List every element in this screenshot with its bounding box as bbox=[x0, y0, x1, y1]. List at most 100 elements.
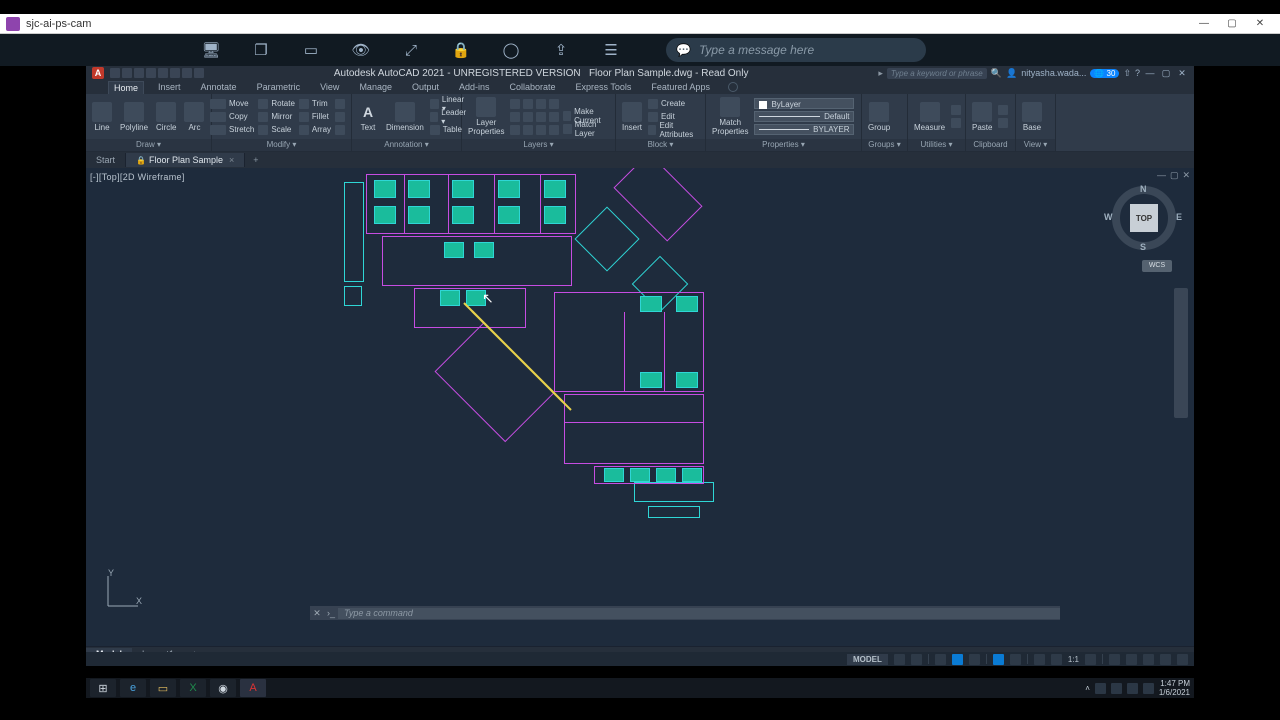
status-anno-scale[interactable]: 1:1 bbox=[1068, 655, 1079, 664]
taskbar-ie-icon[interactable]: e bbox=[120, 679, 146, 697]
tool-arc[interactable]: Arc bbox=[182, 102, 206, 132]
color-selector[interactable]: ByLayer bbox=[754, 98, 854, 109]
start-button[interactable]: ⊞ bbox=[90, 679, 116, 697]
tab-manage[interactable]: Manage bbox=[353, 80, 398, 94]
doctab-floorplan[interactable]: 🔒Floor Plan Sample× bbox=[126, 153, 245, 167]
tool-dimension[interactable]: Dimension bbox=[384, 102, 426, 132]
doctab-start[interactable]: Start bbox=[86, 153, 126, 167]
tool-array[interactable]: Array bbox=[299, 124, 331, 136]
wcs-badge[interactable]: WCS bbox=[1142, 260, 1172, 272]
taskbar-clock[interactable]: 1:47 PM 1/6/2021 bbox=[1159, 679, 1190, 697]
quick-access-toolbar[interactable] bbox=[110, 68, 204, 78]
user-name[interactable]: nityasha.wada... bbox=[1021, 68, 1086, 78]
status-dyn-icon[interactable] bbox=[993, 654, 1004, 665]
settings-icon[interactable]: ☰ bbox=[600, 39, 622, 61]
tab-overflow-icon[interactable] bbox=[728, 82, 738, 92]
tool-mirror[interactable]: Mirror bbox=[258, 111, 295, 123]
status-menu-icon[interactable] bbox=[1177, 654, 1188, 665]
navigation-bar[interactable] bbox=[1174, 288, 1188, 418]
notification-badge[interactable]: 🌐 30 bbox=[1090, 69, 1119, 78]
chat-message-input[interactable]: 💬 Type a message here bbox=[666, 38, 926, 62]
display-icon[interactable]: ▭ bbox=[300, 39, 322, 61]
tool-fillet[interactable]: Fillet bbox=[299, 111, 331, 123]
cmd-input[interactable]: Type a command bbox=[338, 608, 1060, 619]
tool-trim[interactable]: Trim bbox=[299, 98, 331, 110]
tab-featured[interactable]: Featured Apps bbox=[645, 80, 716, 94]
search-icon[interactable]: 🔍 bbox=[991, 68, 1002, 79]
viewport-label[interactable]: [-][Top][2D Wireframe] bbox=[90, 172, 185, 182]
panel-title-groups[interactable]: Groups ▾ bbox=[862, 139, 907, 151]
taskbar-chrome-icon[interactable]: ◉ bbox=[210, 679, 236, 697]
status-cycling-icon[interactable] bbox=[1051, 654, 1062, 665]
tab-home[interactable]: Home bbox=[108, 81, 144, 94]
lineweight-selector[interactable]: Default bbox=[754, 111, 854, 122]
tool-layer-properties[interactable]: Layer Properties bbox=[466, 97, 506, 136]
status-grid-icon[interactable] bbox=[894, 654, 905, 665]
help-icon[interactable]: ? bbox=[1135, 68, 1140, 78]
tool-paste[interactable]: Paste bbox=[970, 102, 994, 132]
tool-scale[interactable]: Scale bbox=[258, 124, 295, 136]
tool-rotate[interactable]: Rotate bbox=[258, 98, 295, 110]
tool-match-properties[interactable]: Match Properties bbox=[710, 97, 750, 136]
panel-title-block[interactable]: Block ▾ bbox=[616, 139, 705, 151]
panel-title-draw[interactable]: Draw ▾ bbox=[86, 139, 211, 151]
panel-title-layers[interactable]: Layers ▾ bbox=[462, 139, 615, 151]
panel-title-clipboard[interactable]: Clipboard bbox=[966, 139, 1015, 151]
tray-icon-2[interactable] bbox=[1111, 683, 1122, 694]
tool-group[interactable]: Group bbox=[866, 102, 892, 132]
record-icon[interactable]: ◯ bbox=[500, 39, 522, 61]
view-cube[interactable]: TOP N S E W bbox=[1112, 186, 1176, 250]
tray-network-icon[interactable] bbox=[1127, 683, 1138, 694]
panel-title-modify[interactable]: Modify ▾ bbox=[212, 139, 351, 151]
lock-screen-icon[interactable]: 🔒 bbox=[450, 39, 472, 61]
tool-match-layer[interactable]: Match Layer bbox=[563, 123, 611, 135]
status-gear-icon[interactable] bbox=[1085, 654, 1096, 665]
tray-volume-icon[interactable] bbox=[1143, 683, 1154, 694]
user-icon[interactable]: 👤 bbox=[1006, 68, 1017, 79]
status-transparency-icon[interactable] bbox=[1034, 654, 1045, 665]
app-minimize-button[interactable]: — bbox=[1144, 68, 1156, 78]
tab-collaborate[interactable]: Collaborate bbox=[504, 80, 562, 94]
status-plus-icon[interactable] bbox=[1109, 654, 1120, 665]
taskbar-excel-icon[interactable]: X bbox=[180, 679, 206, 697]
fullscreen-icon[interactable]: ⤢ bbox=[400, 39, 422, 61]
panel-title-utilities[interactable]: Utilities ▾ bbox=[908, 139, 965, 151]
autocad-logo[interactable]: A bbox=[92, 67, 104, 79]
status-snap-icon[interactable] bbox=[911, 654, 922, 665]
help-search-input[interactable]: Type a keyword or phrase bbox=[887, 68, 987, 79]
tool-circle[interactable]: Circle bbox=[154, 102, 178, 132]
taskbar-explorer-icon[interactable]: ▭ bbox=[150, 679, 176, 697]
tool-line[interactable]: Line bbox=[90, 102, 114, 132]
tab-insert[interactable]: Insert bbox=[152, 80, 187, 94]
viewport-controls[interactable]: —▢✕ bbox=[1157, 170, 1190, 181]
app-close-button[interactable]: ✕ bbox=[1176, 68, 1188, 79]
tab-express[interactable]: Express Tools bbox=[570, 80, 638, 94]
tool-stretch[interactable]: Stretch bbox=[216, 124, 254, 136]
status-osnap-icon[interactable] bbox=[969, 654, 980, 665]
cmd-close-icon[interactable]: ✕ bbox=[310, 608, 324, 619]
tool-move[interactable]: Move bbox=[216, 98, 254, 110]
upload-icon[interactable]: ⇪ bbox=[550, 39, 572, 61]
tool-edit-attributes[interactable]: Edit Attributes bbox=[648, 124, 701, 136]
app-maximize-button[interactable]: ▢ bbox=[1160, 68, 1172, 79]
tool-block-create[interactable]: Create bbox=[648, 98, 701, 110]
tool-base[interactable]: Base bbox=[1020, 102, 1044, 132]
status-ortho-icon[interactable] bbox=[935, 654, 946, 665]
tab-addins[interactable]: Add-ins bbox=[453, 80, 496, 94]
screens-icon[interactable]: ❐ bbox=[250, 39, 272, 61]
tray-icon-1[interactable] bbox=[1095, 683, 1106, 694]
tool-text[interactable]: AText bbox=[356, 102, 380, 132]
panel-title-properties[interactable]: Properties ▾ bbox=[706, 139, 861, 151]
outer-close-button[interactable]: ✕ bbox=[1246, 15, 1274, 33]
tool-polyline[interactable]: Polyline bbox=[118, 102, 150, 132]
status-hw-icon[interactable] bbox=[1143, 654, 1154, 665]
tool-insert[interactable]: Insert bbox=[620, 102, 644, 132]
eye-icon[interactable]: 👁 bbox=[350, 39, 372, 61]
doctab-new-button[interactable]: + bbox=[245, 153, 266, 167]
status-lwt-icon[interactable] bbox=[1010, 654, 1021, 665]
monitor-icon[interactable]: 🖥 bbox=[200, 39, 222, 61]
status-model-button[interactable]: MODEL bbox=[847, 654, 888, 665]
doctab-close-button[interactable]: × bbox=[229, 155, 234, 165]
model-canvas[interactable]: [-][Top][2D Wireframe] —▢✕ TOP N S E W W… bbox=[86, 168, 1194, 646]
status-polar-icon[interactable] bbox=[952, 654, 963, 665]
